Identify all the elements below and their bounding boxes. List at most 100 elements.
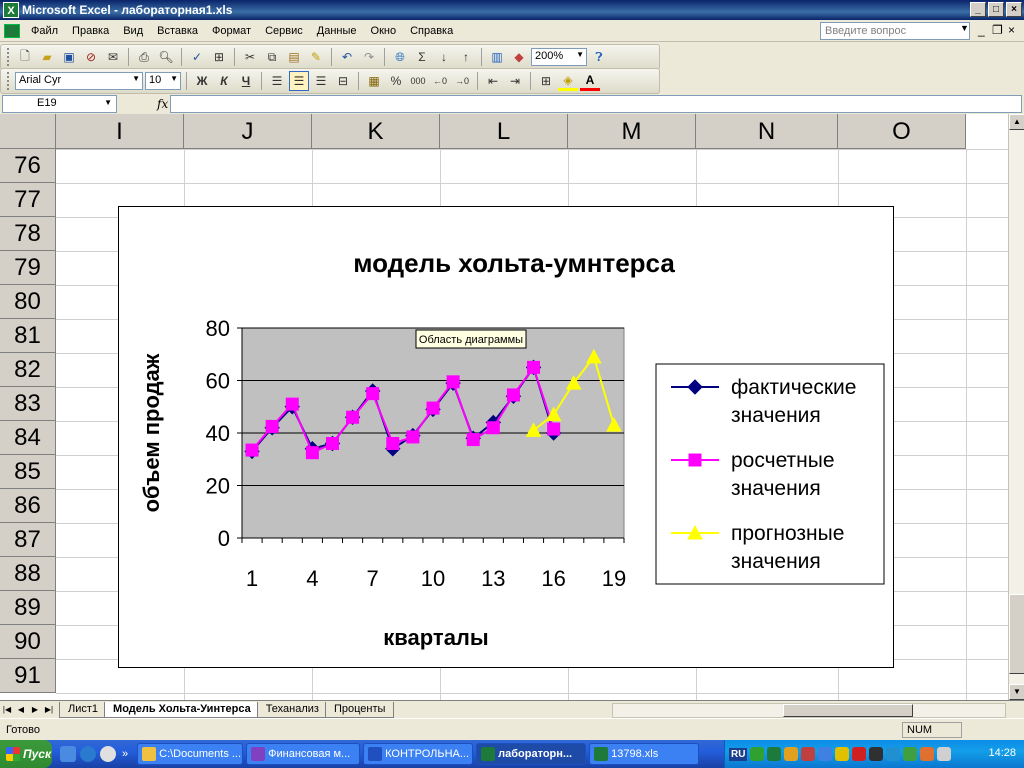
cut-icon[interactable]: ✂ — [240, 47, 260, 67]
hyperlink-icon[interactable]: 🌐︎ — [390, 47, 410, 67]
menu-data[interactable]: Данные — [310, 25, 364, 37]
close-button[interactable]: × — [1006, 2, 1022, 17]
language-indicator[interactable]: RU — [729, 747, 748, 761]
paste-icon[interactable]: ▤ — [284, 47, 304, 67]
font-color-icon[interactable]: A — [580, 71, 600, 91]
increase-decimal-icon[interactable]: ←0 — [430, 71, 450, 91]
minimize-button[interactable]: _ — [970, 2, 986, 17]
column-header[interactable]: O — [838, 114, 966, 149]
autosum-icon[interactable]: Σ — [412, 47, 432, 67]
task-button[interactable]: КОНТРОЛЬНА... — [363, 743, 474, 765]
undo-icon[interactable]: ↶ — [337, 47, 357, 67]
maximize-button[interactable]: □ — [988, 2, 1004, 17]
tray-app-icon[interactable] — [920, 747, 935, 761]
volume-icon[interactable] — [937, 747, 952, 761]
align-center-icon[interactable]: ☰ — [289, 71, 309, 91]
tray-app-icon[interactable] — [835, 747, 850, 761]
print-icon[interactable]: ⎙ — [134, 47, 154, 67]
copy-icon[interactable]: ⧉ — [262, 47, 282, 67]
chart-area[interactable]: модель хольта-умнтерса кварталы объем прод… — [118, 206, 894, 668]
next-sheet-icon[interactable]: ▶ — [28, 705, 42, 714]
menu-help[interactable]: Справка — [403, 25, 460, 37]
tray-app-icon[interactable] — [767, 747, 782, 761]
clock[interactable]: 14:28 — [988, 747, 1016, 759]
name-box[interactable]: E19 ▼ — [2, 95, 117, 113]
chart-wizard-icon[interactable]: ▥ — [487, 47, 507, 67]
toolbar-grip[interactable] — [7, 48, 10, 66]
sort-ascending-icon[interactable]: ↓ — [434, 47, 454, 67]
email-icon[interactable]: ✉ — [103, 47, 123, 67]
decrease-indent-icon[interactable]: ⇤ — [483, 71, 503, 91]
task-button-active[interactable]: лабораторн... — [476, 743, 587, 765]
internet-explorer-icon[interactable] — [80, 746, 96, 762]
sheet-tab[interactable]: Проценты — [324, 701, 395, 718]
menu-format[interactable]: Формат — [205, 25, 258, 37]
row-header[interactable]: 90 — [0, 625, 56, 659]
row-header[interactable]: 79 — [0, 251, 56, 285]
horizontal-scrollbar[interactable] — [612, 703, 1006, 718]
help-icon[interactable]: ❓︎ — [589, 47, 609, 67]
menu-window[interactable]: Окно — [364, 25, 404, 37]
new-icon[interactable]: 🗋 — [15, 47, 35, 67]
row-header[interactable]: 88 — [0, 557, 56, 591]
workbook-icon[interactable] — [4, 23, 20, 38]
row-header[interactable]: 78 — [0, 217, 56, 251]
desktop-icon[interactable] — [60, 746, 76, 762]
print-preview-icon[interactable]: 🔍︎ — [156, 47, 176, 67]
italic-button[interactable]: К — [214, 71, 234, 91]
column-header[interactable]: J — [184, 114, 312, 149]
vertical-scrollbar[interactable]: ▲ ▼ — [1008, 114, 1024, 700]
menu-file[interactable]: Файл — [24, 25, 65, 37]
task-button[interactable]: C:\Documents ... — [137, 743, 244, 765]
zoom-select[interactable]: 200% ▼ — [531, 48, 587, 66]
sheet-tab[interactable]: Лист1 — [59, 701, 108, 718]
tray-app-icon[interactable] — [852, 747, 867, 761]
prev-sheet-icon[interactable]: ◀ — [14, 705, 28, 714]
row-header[interactable]: 76 — [0, 149, 56, 183]
row-header[interactable]: 81 — [0, 319, 56, 353]
fill-color-icon[interactable]: ◈ — [558, 71, 578, 91]
insert-function-icon[interactable]: fx — [157, 97, 168, 111]
column-header[interactable]: M — [568, 114, 696, 149]
row-header[interactable]: 83 — [0, 387, 56, 421]
scroll-down-icon[interactable]: ▼ — [1009, 684, 1024, 700]
menu-edit[interactable]: Правка — [65, 25, 116, 37]
scroll-thumb[interactable] — [783, 704, 913, 717]
chevron-down-icon[interactable]: ▼ — [104, 98, 112, 107]
percent-button[interactable]: % — [386, 71, 406, 91]
row-header[interactable]: 82 — [0, 353, 56, 387]
doc-close-icon[interactable]: × — [1008, 23, 1015, 37]
align-right-icon[interactable]: ☰ — [311, 71, 331, 91]
doc-minimize-icon[interactable]: _ — [978, 23, 985, 37]
research-icon[interactable]: ⊞ — [209, 47, 229, 67]
bold-button[interactable]: Ж — [192, 71, 212, 91]
menu-view[interactable]: Вид — [116, 25, 150, 37]
row-header[interactable]: 77 — [0, 183, 56, 217]
format-painter-icon[interactable]: ✎ — [306, 47, 326, 67]
start-button[interactable]: Пуск — [0, 740, 52, 768]
overflow-chevron-icon[interactable]: » — [122, 748, 128, 760]
open-icon[interactable]: ▰ — [37, 47, 57, 67]
scroll-up-icon[interactable]: ▲ — [1009, 114, 1024, 130]
tray-app-icon[interactable] — [801, 747, 816, 761]
sort-descending-icon[interactable]: ↑ — [456, 47, 476, 67]
row-header[interactable]: 87 — [0, 523, 56, 557]
formula-input[interactable] — [170, 95, 1022, 113]
font-size-select[interactable]: 10 ▼ — [145, 72, 181, 90]
tray-app-icon[interactable] — [869, 747, 884, 761]
row-header[interactable]: 84 — [0, 421, 56, 455]
row-header[interactable]: 85 — [0, 455, 56, 489]
tray-app-icon[interactable] — [818, 747, 833, 761]
row-header[interactable]: 80 — [0, 285, 56, 319]
row-header[interactable]: 91 — [0, 659, 56, 693]
menu-insert[interactable]: Вставка — [150, 25, 205, 37]
save-icon[interactable]: ▣ — [59, 47, 79, 67]
column-header[interactable]: N — [696, 114, 838, 149]
font-name-select[interactable]: Arial Cyr ▼ — [15, 72, 143, 90]
decrease-decimal-icon[interactable]: →0 — [452, 71, 472, 91]
scroll-thumb[interactable] — [1009, 594, 1024, 674]
title-bar[interactable]: X Microsoft Excel - лабораторная1.xls _ … — [0, 0, 1024, 20]
tray-app-icon[interactable] — [750, 747, 765, 761]
permission-icon[interactable]: ⊘ — [81, 47, 101, 67]
media-player-icon[interactable] — [100, 746, 116, 762]
